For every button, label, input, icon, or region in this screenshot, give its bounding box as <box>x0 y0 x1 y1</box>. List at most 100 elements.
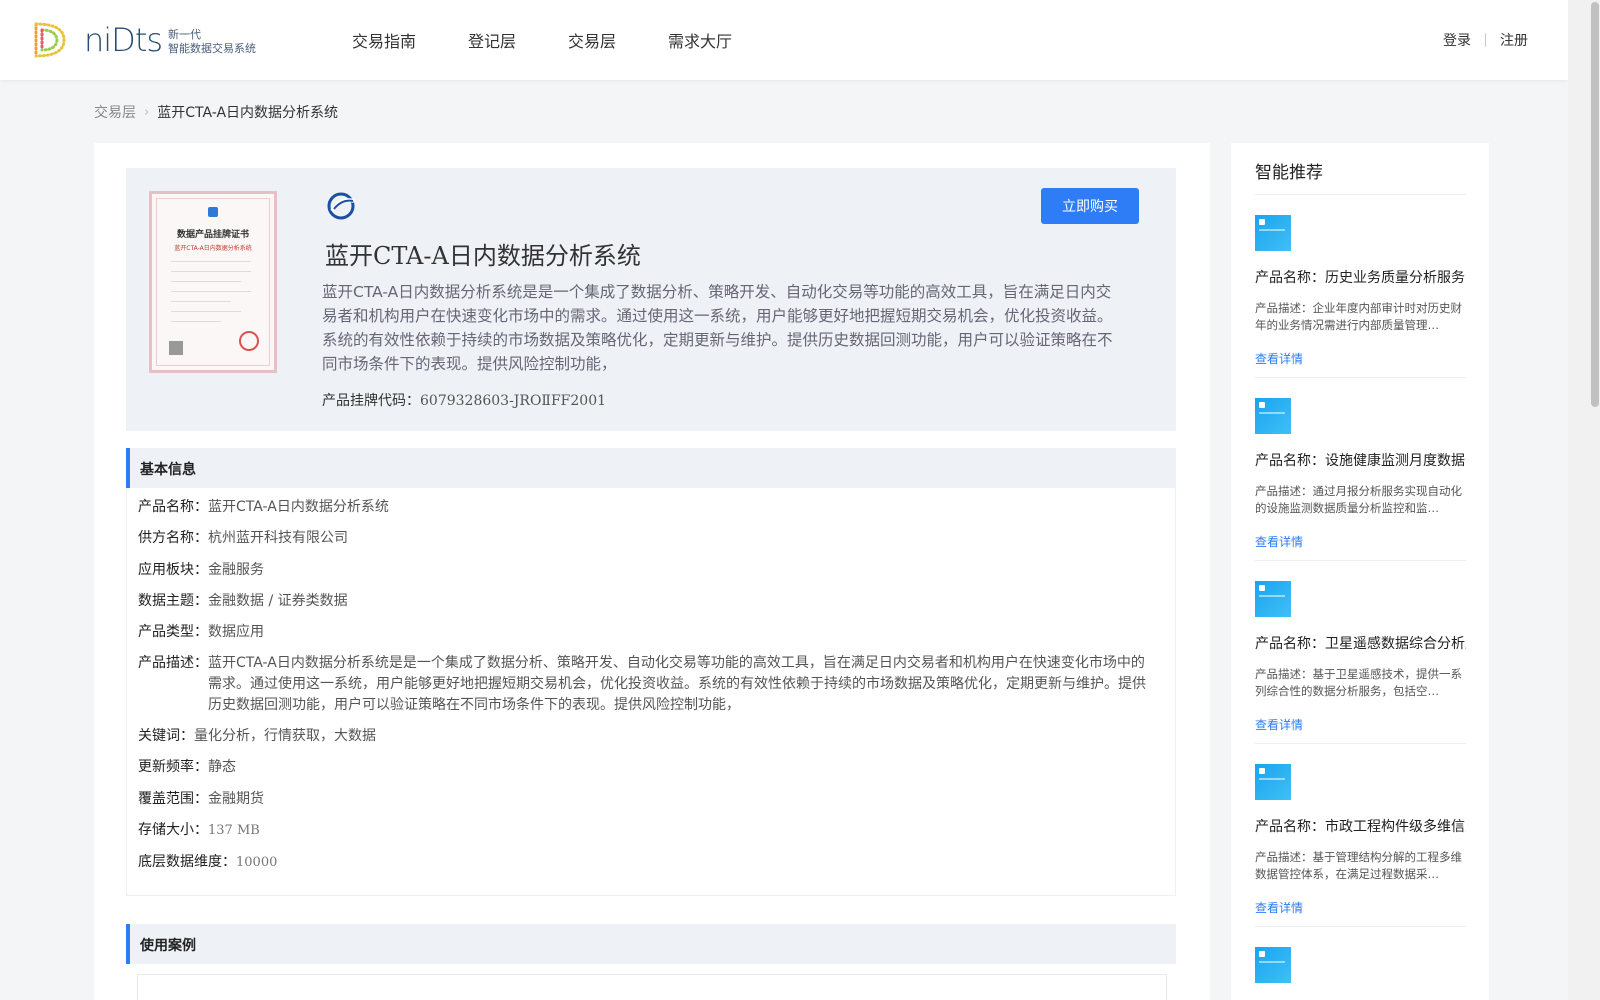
nav-demand-hall[interactable]: 需求大厅 <box>668 28 732 52</box>
certificate-line <box>171 311 241 312</box>
buy-now-button[interactable]: 立即购买 <box>1041 188 1139 224</box>
recommend-divider <box>1255 560 1466 561</box>
product-certificate-image[interactable]: 数据产品挂牌证书 蓝开CTA-A日内数据分析系统 <box>149 191 277 373</box>
info-row-data-dimension: 底层数据维度： 10000 <box>138 852 277 873</box>
info-label: 供方名称： <box>138 530 208 546</box>
info-label: 覆盖范围： <box>138 791 208 807</box>
info-value: 金融期货 <box>208 791 264 807</box>
view-details-link[interactable]: 查看详情 <box>1255 350 1466 367</box>
info-value: 量化分析，行情获取，大数据 <box>194 728 376 744</box>
view-details-link[interactable]: 查看详情 <box>1255 716 1466 733</box>
recommend-item-desc: 产品描述：基于管理结构分解的工程多维数据管控体系，在满足过程数据采… <box>1255 850 1462 881</box>
page-scrollbar[interactable] <box>1568 0 1600 1000</box>
info-row-product-type: 产品类型： 数据应用 <box>138 622 264 643</box>
nav-trade-layer[interactable]: 交易层 <box>568 28 616 52</box>
certificate-line <box>171 321 221 322</box>
register-link[interactable]: 注册 <box>1500 30 1528 50</box>
basic-info-header: 基本信息 <box>126 448 1176 488</box>
basic-info-title: 基本信息 <box>140 462 196 478</box>
certificate-line <box>171 281 241 282</box>
info-label: 关键词： <box>138 728 194 744</box>
recommend-divider <box>1255 743 1466 744</box>
info-label: 产品描述： <box>138 655 208 671</box>
recommend-item[interactable]: 产品名称：市政工程构件级多维信息管理 产品描述：基于管理结构分解的工程多维数据管… <box>1255 764 1466 916</box>
product-thumbnail-icon <box>1255 581 1291 617</box>
certificate-qr-icon <box>169 341 183 355</box>
logo-tagline-line2: 智能数据交易系统 <box>168 42 257 55</box>
info-label: 应用板块： <box>138 562 208 578</box>
scrollbar-thumb[interactable] <box>1591 2 1599 407</box>
view-details-link[interactable]: 查看详情 <box>1255 533 1466 550</box>
recommend-divider <box>1255 377 1466 378</box>
auth-divider <box>1485 33 1486 47</box>
info-value: 数据应用 <box>208 624 264 640</box>
info-label: 数据主题： <box>138 593 208 609</box>
listing-code-value: 6079328603-JROⅡFF2001 <box>420 393 607 409</box>
certificate-frame: 数据产品挂牌证书 蓝开CTA-A日内数据分析系统 <box>156 198 270 366</box>
recommend-item[interactable]: 产品名称：设施健康监测月度数据分析 产品描述：通过月报分析服务实现自动化的设施监… <box>1255 398 1466 550</box>
nav-register-layer[interactable]: 登记层 <box>468 28 516 52</box>
recommend-divider <box>1255 194 1466 195</box>
recommend-item[interactable]: 产品名称：历史业务质量分析服务 产品描述：企业年度内部审计时对历史财年的业务情况… <box>1255 215 1466 367</box>
certificate-line <box>171 291 251 292</box>
info-label: 产品类型： <box>138 624 208 640</box>
certificate-line <box>171 261 251 262</box>
breadcrumb-current: 蓝开CTA-A日内数据分析系统 <box>157 105 339 121</box>
info-row-sector: 应用板块： 金融服务 <box>138 560 264 581</box>
use-cases-panel <box>137 974 1167 1000</box>
logo-tagline-line1: 新一代 <box>168 28 202 41</box>
product-title: 蓝开CTA-A日内数据分析系统 <box>325 242 641 270</box>
product-thumbnail-icon <box>1255 215 1291 251</box>
recommend-item-desc: 产品描述：通过月报分析服务实现自动化的设施监测数据质量分析监控和监… <box>1255 484 1462 515</box>
info-row-data-theme: 数据主题： 金融数据 / 证券类数据 <box>138 591 348 612</box>
logo-tagline: 新一代 智能数据交易系统 <box>168 24 256 56</box>
recommend-sidebar: 智能推荐 产品名称：历史业务质量分析服务 产品描述：企业年度内部审计时对历史财年… <box>1231 143 1489 1000</box>
recommend-item-desc: 产品描述：企业年度内部审计时对历史财年的业务情况需进行内部质量管理… <box>1255 301 1462 332</box>
recommend-title: 智能推荐 <box>1255 163 1323 183</box>
use-cases-title: 使用案例 <box>140 938 196 954</box>
certificate-subtitle: 蓝开CTA-A日内数据分析系统 <box>174 245 252 252</box>
product-listing-code: 产品挂牌代码：6079328603-JROⅡFF2001 <box>322 390 606 410</box>
info-row-supplier: 供方名称： 杭州蓝开科技有限公司 <box>138 528 348 549</box>
recommend-item[interactable] <box>1255 947 1466 983</box>
basic-info-panel: 产品名称： 蓝开CTA-A日内数据分析系统 供方名称： 杭州蓝开科技有限公司 应… <box>126 488 1176 896</box>
certificate-logo-icon <box>208 207 218 217</box>
recommend-item-desc: 产品描述：基于卫星遥感技术，提供一系列综合性的数据分析服务，包括空… <box>1255 667 1462 698</box>
company-logo-icon <box>327 192 355 220</box>
product-hero: 数据产品挂牌证书 蓝开CTA-A日内数据分析系统 蓝开CTA-A日内数据分析系统… <box>126 168 1176 431</box>
recommend-item[interactable]: 产品名称：卫星遥感数据综合分析服务 产品描述：基于卫星遥感技术，提供一系列综合性… <box>1255 581 1466 733</box>
info-row-storage-size: 存储大小： 137 MB <box>138 820 260 841</box>
nav-trade-guide[interactable]: 交易指南 <box>352 28 416 52</box>
info-row-update-frequency: 更新频率： 静态 <box>138 757 236 778</box>
product-description: 蓝开CTA-A日内数据分析系统是是一个集成了数据分析、策略开发、自动化交易等功能… <box>322 283 1113 373</box>
site-logo[interactable]: niDts 新一代 智能数据交易系统 <box>30 18 256 62</box>
info-row-product-name: 产品名称： 蓝开CTA-A日内数据分析系统 <box>138 497 389 518</box>
recommend-item-name: 产品名称：卫星遥感数据综合分析服务 <box>1255 636 1466 652</box>
info-label: 存储大小： <box>138 822 208 838</box>
info-value: 蓝开CTA-A日内数据分析系统 <box>208 499 389 515</box>
info-value: 金融数据 / 证券类数据 <box>208 593 348 609</box>
certificate-seal-icon <box>239 331 259 351</box>
login-link[interactable]: 登录 <box>1443 30 1471 50</box>
breadcrumb-parent[interactable]: 交易层 <box>94 102 136 122</box>
info-value: 金融服务 <box>208 562 264 578</box>
view-details-link[interactable]: 查看详情 <box>1255 899 1466 916</box>
info-label: 底层数据维度： <box>138 854 236 870</box>
use-cases-header: 使用案例 <box>126 924 1176 964</box>
recommend-item-name: 产品名称：市政工程构件级多维信息管理 <box>1255 819 1466 835</box>
logo-mark-icon <box>34 22 66 58</box>
logo-wordmark: niDts <box>84 21 163 59</box>
info-row-keywords: 关键词： 量化分析，行情获取，大数据 <box>138 726 376 747</box>
recommend-divider <box>1255 926 1466 927</box>
certificate-line <box>171 301 231 302</box>
listing-code-label: 产品挂牌代码： <box>322 393 420 409</box>
product-detail-card: 数据产品挂牌证书 蓝开CTA-A日内数据分析系统 蓝开CTA-A日内数据分析系统… <box>94 143 1210 1000</box>
info-value: 杭州蓝开科技有限公司 <box>208 530 348 546</box>
recommend-item-name: 产品名称：设施健康监测月度数据分析 <box>1255 453 1466 469</box>
auth-links: 登录 注册 <box>1443 30 1528 50</box>
main-nav: 交易指南 登记层 交易层 需求大厅 <box>352 28 784 52</box>
info-value: 137 MB <box>208 823 260 838</box>
certificate-line <box>171 271 251 272</box>
product-thumbnail-icon <box>1255 947 1291 983</box>
info-row-coverage: 覆盖范围： 金融期货 <box>138 789 264 810</box>
